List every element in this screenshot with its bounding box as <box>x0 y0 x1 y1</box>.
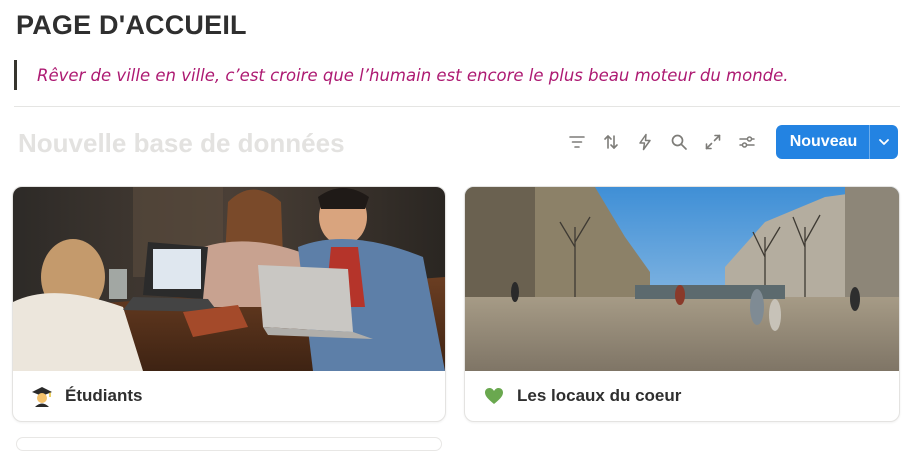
new-button[interactable]: Nouveau <box>776 125 898 159</box>
quote-text: Rêver de ville en ville, c’est croire qu… <box>37 65 789 85</box>
card-title: Les locaux du coeur <box>517 386 682 405</box>
gallery-card[interactable]: Étudiants <box>12 186 446 422</box>
gallery-card[interactable]: Les locaux du coeur <box>464 186 900 422</box>
database-toolbar <box>560 126 764 158</box>
sort-icon[interactable] <box>594 126 628 158</box>
quote-block: Rêver de ville en ville, c’est croire qu… <box>14 60 789 90</box>
card-cover-image <box>465 187 899 371</box>
automation-icon[interactable] <box>628 126 662 158</box>
gallery-card[interactable] <box>16 437 442 451</box>
search-icon[interactable] <box>662 126 696 158</box>
settings-icon[interactable] <box>730 126 764 158</box>
filter-icon[interactable] <box>560 126 594 158</box>
divider <box>14 106 900 107</box>
card-caption: Étudiants <box>13 371 445 421</box>
database-title[interactable]: Nouvelle base de données <box>18 128 345 159</box>
chevron-down-icon[interactable] <box>869 125 898 159</box>
card-caption: Les locaux du coeur <box>465 371 899 421</box>
page-title: PAGE D'ACCUEIL <box>16 10 247 40</box>
green-heart-icon <box>483 385 505 407</box>
new-button-label[interactable]: Nouveau <box>776 125 869 159</box>
student-icon <box>31 385 53 407</box>
card-title: Étudiants <box>65 386 143 405</box>
expand-icon[interactable] <box>696 126 730 158</box>
card-cover-image <box>13 187 445 371</box>
